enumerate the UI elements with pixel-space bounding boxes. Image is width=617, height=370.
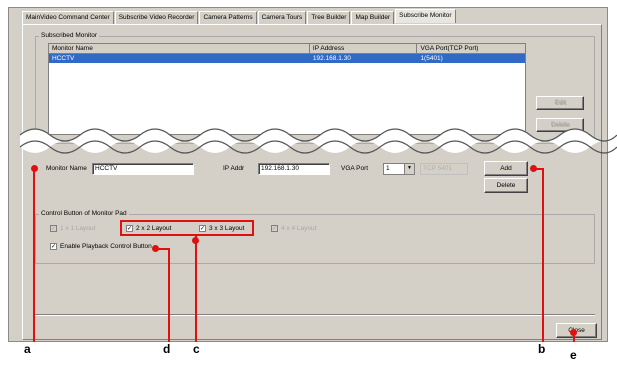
column-vga-port[interactable]: VGA Port(TCP Port) [417,44,525,53]
callout-a-label: a [24,342,31,356]
row-monitor-name: HCCTV [52,55,75,62]
layout-4x4-label: 4 x 4 Layout [281,225,317,232]
edit-button[interactable]: Edit [536,96,584,110]
tab-map-builder[interactable]: Map Builder [351,11,395,24]
checkbox-playback-box: ✓ [50,243,57,250]
vga-port-value: 1 [386,165,390,172]
callout-d-line-v [168,248,170,342]
bottom-divider [35,314,595,316]
chevron-down-icon[interactable]: ▼ [404,164,414,174]
row-vga-port: 1(5401) [420,55,443,62]
vga-port-select[interactable]: 1 ▼ [383,163,415,175]
tab-camera-patterns[interactable]: Camera Patterns [199,11,257,24]
break-wave [19,128,617,154]
delete-button[interactable]: Delete [484,178,528,193]
callout-c-line [195,236,197,342]
enable-playback-checkbox[interactable]: ✓ Enable Playback Control Button [50,243,152,250]
callout-e-label: e [570,348,577,362]
callout-d-label: d [163,342,171,356]
callout-b-label: b [538,342,546,356]
tab-main-video-command-center[interactable]: MainVideo Command Center [22,11,114,24]
layout-4x4-checkbox[interactable]: ✓ 4 x 4 Layout [271,225,316,232]
checkbox-4x4-box: ✓ [271,225,278,232]
callout-d-line-h [155,248,169,250]
layout-1x1-checkbox[interactable]: ✓ 1 x 1 Layout [50,225,95,232]
tab-bar: MainVideo Command Center Subscribe Video… [22,9,457,24]
ip-addr-input[interactable]: 192.168.1.30 [258,163,330,175]
tab-subscribe-video-recorder[interactable]: Subscribe Video Recorder [114,11,199,24]
layout-1x1-label: 1 x 1 Layout [60,225,96,232]
add-button[interactable]: Add [484,161,528,176]
tab-subscribe-monitor[interactable]: Subscribe Monitor [395,9,456,23]
enable-playback-label: Enable Playback Control Button [60,243,152,250]
subscribed-monitor-group-title: Subscribed Monitor [39,32,99,40]
layout-highlight-box [120,220,254,236]
ip-addr-label: IP Addr [223,165,245,172]
tcp-port-input[interactable]: TCP 5401 [420,163,468,175]
monitor-list-header: Monitor Name IP Address VGA Port(TCP Por… [49,44,525,54]
monitor-name-label: Monitor Name [46,165,87,172]
callout-b-line-v [542,168,544,342]
tab-tree-builder[interactable]: Tree Builder [307,11,351,24]
callout-e-line [573,332,575,342]
control-button-group [35,214,595,264]
column-ip-address[interactable]: IP Address [310,44,418,53]
table-row[interactable]: HCCTV 192.168.1.30 1(5401) [49,54,525,63]
tab-camera-tours[interactable]: Camera Tours [257,11,307,24]
vga-port-label: VGA Port [341,165,369,172]
checkbox-1x1-box: ✓ [50,225,57,232]
monitor-name-input[interactable]: HCCTV [92,163,194,175]
callout-a-line [33,168,35,342]
column-monitor-name[interactable]: Monitor Name [49,44,310,53]
callout-c-label: c [193,342,200,356]
row-ip-address: 192.168.1.30 [312,55,351,62]
control-button-group-title: Control Button of Monitor Pad [39,210,129,218]
